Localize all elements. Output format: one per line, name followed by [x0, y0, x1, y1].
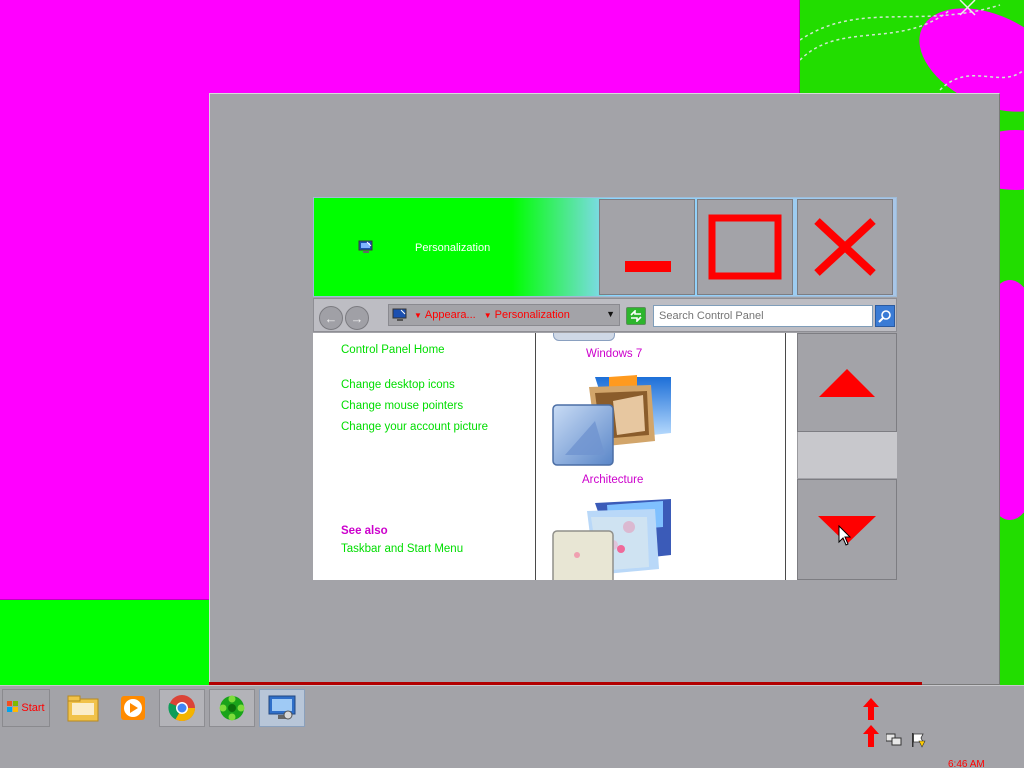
start-label: Start [21, 702, 45, 714]
crumb-personalization[interactable]: Personalization [495, 309, 570, 321]
change-account-picture-link[interactable]: Change your account picture [341, 421, 488, 433]
taskbar-explorer[interactable] [60, 689, 106, 727]
refresh-button[interactable] [626, 307, 646, 325]
back-arrow-icon: ← [324, 310, 338, 326]
taskbar-chrome[interactable] [159, 689, 205, 727]
chevron-down-icon[interactable]: ▼ [484, 311, 492, 320]
arrow-up-icon [819, 368, 875, 397]
address-dropdown-icon[interactable]: ▼ [606, 309, 615, 319]
minimize-button[interactable] [599, 199, 695, 295]
search-button[interactable] [875, 305, 895, 327]
theme-thumbnail-architecture[interactable] [551, 373, 673, 469]
forward-button[interactable]: → [345, 306, 369, 330]
taskbar-control-panel[interactable] [259, 689, 305, 727]
see-also-heading: See also [341, 525, 388, 537]
maximize-button[interactable] [697, 199, 793, 295]
green-gear-icon [219, 695, 245, 721]
taskbar: Start 6:46 AM [0, 685, 1024, 768]
network-icon[interactable] [886, 733, 902, 747]
show-hidden-icons-icon[interactable] [863, 725, 879, 747]
change-desktop-icons-link[interactable]: Change desktop icons [341, 379, 455, 391]
taskbar-media-player[interactable] [110, 689, 156, 727]
window-title: Personalization [415, 242, 491, 254]
close-button[interactable] [797, 199, 893, 295]
theme-label-windows7[interactable]: Windows 7 [586, 348, 642, 360]
change-mouse-pointers-link[interactable]: Change mouse pointers [341, 400, 463, 412]
start-button[interactable]: Start [2, 689, 50, 727]
forward-arrow-icon: → [350, 310, 364, 326]
search-icon [878, 310, 891, 323]
themes-list: Windows 7 Architecture [537, 333, 786, 580]
scroll-up-button[interactable] [797, 333, 897, 432]
address-bar: ← → ▼ Appeara... ▼ Personalization ▼ [313, 298, 897, 332]
chrome-icon [168, 695, 196, 722]
chevron-up-icon[interactable] [863, 698, 879, 720]
mouse-cursor-icon [838, 525, 852, 546]
media-player-icon [121, 696, 145, 720]
taskbar-start-menu-link[interactable]: Taskbar and Start Menu [341, 543, 463, 555]
tasks-pane: Control Panel Home Change desktop icons … [313, 333, 536, 580]
control-panel-home-link[interactable]: Control Panel Home [341, 344, 445, 356]
back-button[interactable]: ← [319, 306, 343, 330]
theme-label-architecture[interactable]: Architecture [582, 474, 643, 486]
control-panel-icon [392, 308, 407, 321]
scroll-thumb[interactable] [797, 432, 897, 478]
monitor-icon [358, 240, 373, 253]
search-input[interactable] [653, 305, 873, 327]
theme-thumbnail-partial[interactable] [553, 333, 615, 341]
theme-thumbnail-characters[interactable] [551, 497, 673, 580]
close-icon [814, 218, 876, 276]
minimize-icon [625, 261, 671, 272]
personalization-window: Personalization ← → ▼ Appeara... ▼ Perso… [313, 197, 897, 580]
control-panel-icon [268, 695, 296, 720]
action-center-flag-icon[interactable] [910, 732, 926, 748]
folder-icon [67, 695, 99, 722]
refresh-icon [630, 310, 642, 322]
clock[interactable]: 6:46 AM [948, 759, 985, 768]
windows-logo-icon [7, 700, 19, 716]
maximize-icon [708, 214, 782, 280]
taskbar-green-app[interactable] [209, 689, 255, 727]
breadcrumb[interactable]: ▼ Appeara... ▼ Personalization ▼ [388, 304, 620, 326]
chevron-down-icon[interactable]: ▼ [414, 311, 422, 320]
crumb-appearance[interactable]: Appeara... [425, 309, 476, 321]
